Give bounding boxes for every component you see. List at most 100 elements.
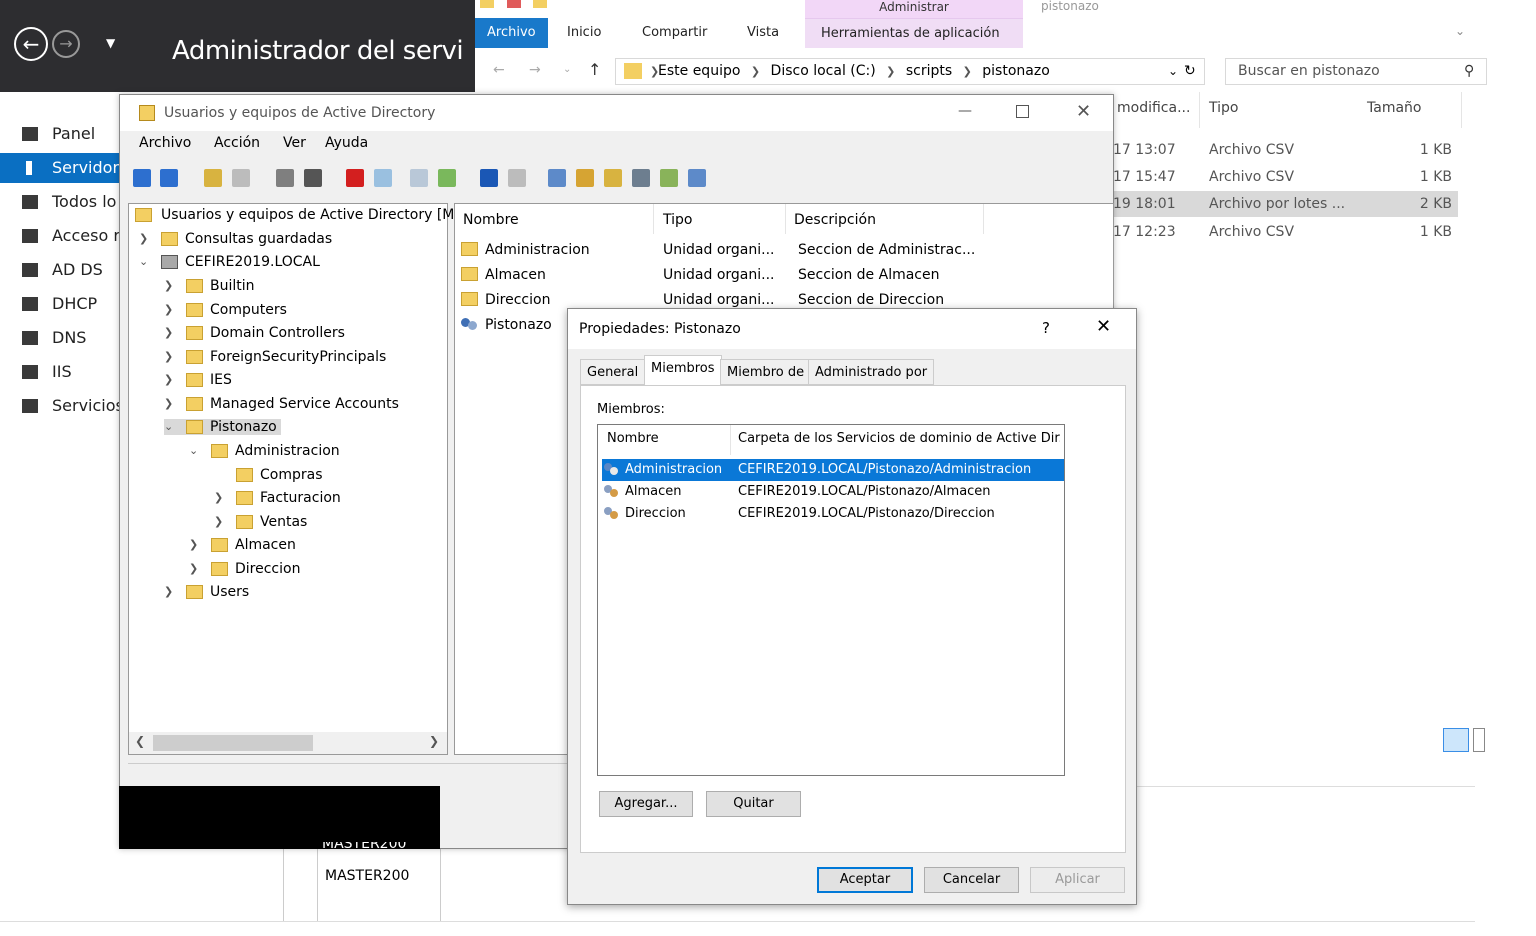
sidebar-item-servicios[interactable]: Servicios — [0, 391, 125, 421]
chevron-right-icon[interactable]: ❯ — [164, 346, 176, 368]
sidebar-item-ad-ds[interactable]: AD DS — [0, 255, 125, 285]
properties-icon[interactable] — [507, 0, 521, 8]
breadcrumb-scripts[interactable]: scripts — [906, 63, 952, 79]
breadcrumb-pistonazo[interactable]: pistonazo — [982, 63, 1050, 79]
new-user-icon[interactable] — [548, 169, 566, 187]
tree-item-pistonazo[interactable]: ⌄ Pistonazo — [164, 416, 281, 438]
tree-item-ventas[interactable]: ❯ Ventas — [214, 511, 307, 533]
tab-miembros[interactable]: Miembros — [644, 355, 722, 386]
tree-item-users[interactable]: ❯ Users — [164, 581, 249, 603]
column-header-tipo[interactable]: Tipo — [663, 212, 692, 228]
scroll-left-icon[interactable]: ❮ — [135, 734, 145, 748]
tree-item-foreign-security-principals[interactable]: ❯ ForeignSecurityPrincipals — [164, 346, 386, 368]
history-dropdown-icon[interactable]: ▼ — [106, 36, 115, 50]
sidebar-item-dns[interactable]: DNS — [0, 323, 125, 353]
back-icon[interactable] — [133, 169, 151, 187]
tree-horizontal-scrollbar[interactable]: ❮ ❯ — [129, 732, 447, 754]
up-icon[interactable]: ↑ — [588, 60, 601, 79]
chevron-right-icon[interactable]: ❯ — [164, 393, 176, 415]
add-member-button[interactable]: Agregar... — [599, 791, 693, 817]
list-row[interactable]: Pistonazo — [461, 313, 571, 337]
sidebar-item-todos-servidores[interactable]: Todos lo — [0, 187, 125, 217]
member-row[interactable]: Almacen CEFIRE2019.LOCAL/Pistonazo/Almace… — [602, 481, 1064, 503]
remove-member-button[interactable]: Quitar — [706, 791, 801, 817]
sidebar-item-dhcp[interactable]: DHCP — [0, 289, 125, 319]
new-group-icon[interactable] — [576, 169, 594, 187]
tree-item-domain-controllers[interactable]: ❯ Domain Controllers — [164, 322, 345, 344]
members-list[interactable]: Nombre Carpeta de los Servicios de domin… — [597, 424, 1065, 776]
chevron-down-icon[interactable]: ⌄ — [164, 416, 176, 438]
maximize-icon[interactable] — [1016, 105, 1029, 118]
address-dropdown-icon[interactable]: ⌄ — [1168, 59, 1178, 84]
chevron-right-icon[interactable]: ❯ — [164, 299, 176, 321]
chevron-right-icon[interactable]: ❯ — [164, 369, 176, 391]
back-arrow-icon[interactable]: ← — [14, 27, 48, 61]
column-header-carpeta[interactable]: Carpeta de los Servicios de dominio de A… — [738, 425, 1060, 453]
tree-item-ies[interactable]: ❯ IES — [164, 369, 232, 391]
chevron-right-icon[interactable]: ❯ — [189, 558, 201, 580]
tree-item-computers[interactable]: ❯ Computers — [164, 299, 287, 321]
find-icon[interactable] — [660, 169, 678, 187]
close-icon[interactable]: ✕ — [1096, 316, 1111, 337]
new-ou-icon[interactable] — [604, 169, 622, 187]
tree-item-cefire2019-local[interactable]: ⌄ CEFIRE2019.LOCAL — [139, 251, 320, 273]
chevron-right-icon[interactable]: ❯ — [164, 275, 176, 297]
refresh-icon[interactable]: ↻ — [1184, 59, 1196, 84]
apply-button[interactable]: Aplicar — [1030, 867, 1125, 893]
add-to-group-icon[interactable] — [688, 169, 706, 187]
column-header-type[interactable]: Tipo — [1209, 100, 1238, 116]
tree-item-consultas-guardadas[interactable]: ❯ Consultas guardadas — [139, 228, 332, 250]
forward-arrow-icon[interactable]: → — [52, 30, 80, 58]
column-header-size[interactable]: Tamaño — [1367, 100, 1421, 116]
tab-compartir[interactable]: Compartir — [630, 18, 719, 48]
forward-icon[interactable] — [160, 169, 178, 187]
ribbon-expand-icon[interactable]: ⌄ — [1455, 24, 1465, 38]
chevron-right-icon[interactable]: ❯ — [164, 322, 176, 344]
tree-item-facturacion[interactable]: ❯ Facturacion — [214, 487, 341, 509]
refresh-icon[interactable] — [410, 169, 428, 187]
chevron-down-icon[interactable]: ⌄ — [139, 251, 151, 273]
scrollbar-thumb[interactable] — [153, 735, 313, 751]
tab-inicio[interactable]: Inicio — [555, 18, 613, 48]
file-row[interactable]: 19 18:01 Archivo por lotes ... 2 KB — [1113, 191, 1458, 217]
file-row[interactable]: 17 12:23 Archivo CSV 1 KB — [1113, 219, 1458, 245]
tree-item-almacen[interactable]: ❯ Almacen — [189, 534, 296, 556]
sidebar-item-panel[interactable]: Panel — [0, 119, 125, 149]
breadcrumb-disco-local[interactable]: Disco local (C:) — [771, 63, 876, 79]
menu-ver[interactable]: Ver — [283, 135, 306, 151]
help-icon[interactable]: ? — [1042, 319, 1050, 337]
recent-dropdown-icon[interactable]: ⌄ — [563, 64, 571, 75]
menu-archivo[interactable]: Archivo — [139, 135, 191, 151]
address-bar[interactable]: ❯ Este equipo ❯ Disco local (C:) ❯ scrip… — [615, 58, 1205, 85]
tab-herramientas-aplicacion[interactable]: Herramientas de aplicación — [805, 18, 1023, 48]
tree-item-compras[interactable]: Compras — [214, 464, 323, 486]
tree-item-managed-service-accounts[interactable]: ❯ Managed Service Accounts — [164, 393, 399, 415]
tree-item-builtin[interactable]: ❯ Builtin — [164, 275, 255, 297]
sidebar-item-iis[interactable]: IIS — [0, 357, 125, 387]
tab-general[interactable]: General — [580, 359, 646, 385]
server-list-item[interactable]: MASTER200 — [325, 868, 409, 884]
tree-root[interactable]: Usuarios y equipos de Active Directory [… — [135, 204, 454, 226]
scroll-right-icon[interactable]: ❯ — [429, 734, 439, 748]
list-row[interactable]: Administracion Unidad organi... Seccion de… — [461, 238, 981, 262]
file-row[interactable]: 17 13:07 Archivo CSV 1 KB — [1113, 137, 1458, 163]
column-header-modified[interactable]: modifica... — [1117, 100, 1190, 116]
sidebar-item-acceso-remoto[interactable]: Acceso r — [0, 221, 125, 251]
back-icon[interactable]: ← — [493, 62, 505, 78]
column-header-descripcion[interactable]: Descripción — [794, 212, 876, 228]
server-list-item[interactable]: MASTER200 — [322, 842, 440, 849]
large-icons-view-icon[interactable] — [1473, 728, 1485, 752]
chevron-down-icon[interactable]: ⌄ — [189, 440, 201, 462]
up-level-icon[interactable] — [204, 169, 222, 187]
show-console-tree-icon[interactable] — [232, 169, 250, 187]
list-row[interactable]: Almacen Unidad organi... Seccion de Almace… — [461, 263, 981, 287]
details-view-icon[interactable] — [1443, 728, 1469, 752]
chevron-right-icon[interactable]: ❯ — [214, 511, 226, 533]
cut-icon[interactable] — [276, 169, 294, 187]
chevron-right-icon[interactable]: ❯ — [189, 534, 201, 556]
copy-icon[interactable] — [304, 169, 322, 187]
delete-icon[interactable] — [346, 169, 364, 187]
tab-archivo[interactable]: Archivo — [475, 18, 548, 48]
menu-ayuda[interactable]: Ayuda — [325, 135, 368, 151]
search-input[interactable]: Buscar en pistonazo ⚲ — [1225, 58, 1487, 85]
